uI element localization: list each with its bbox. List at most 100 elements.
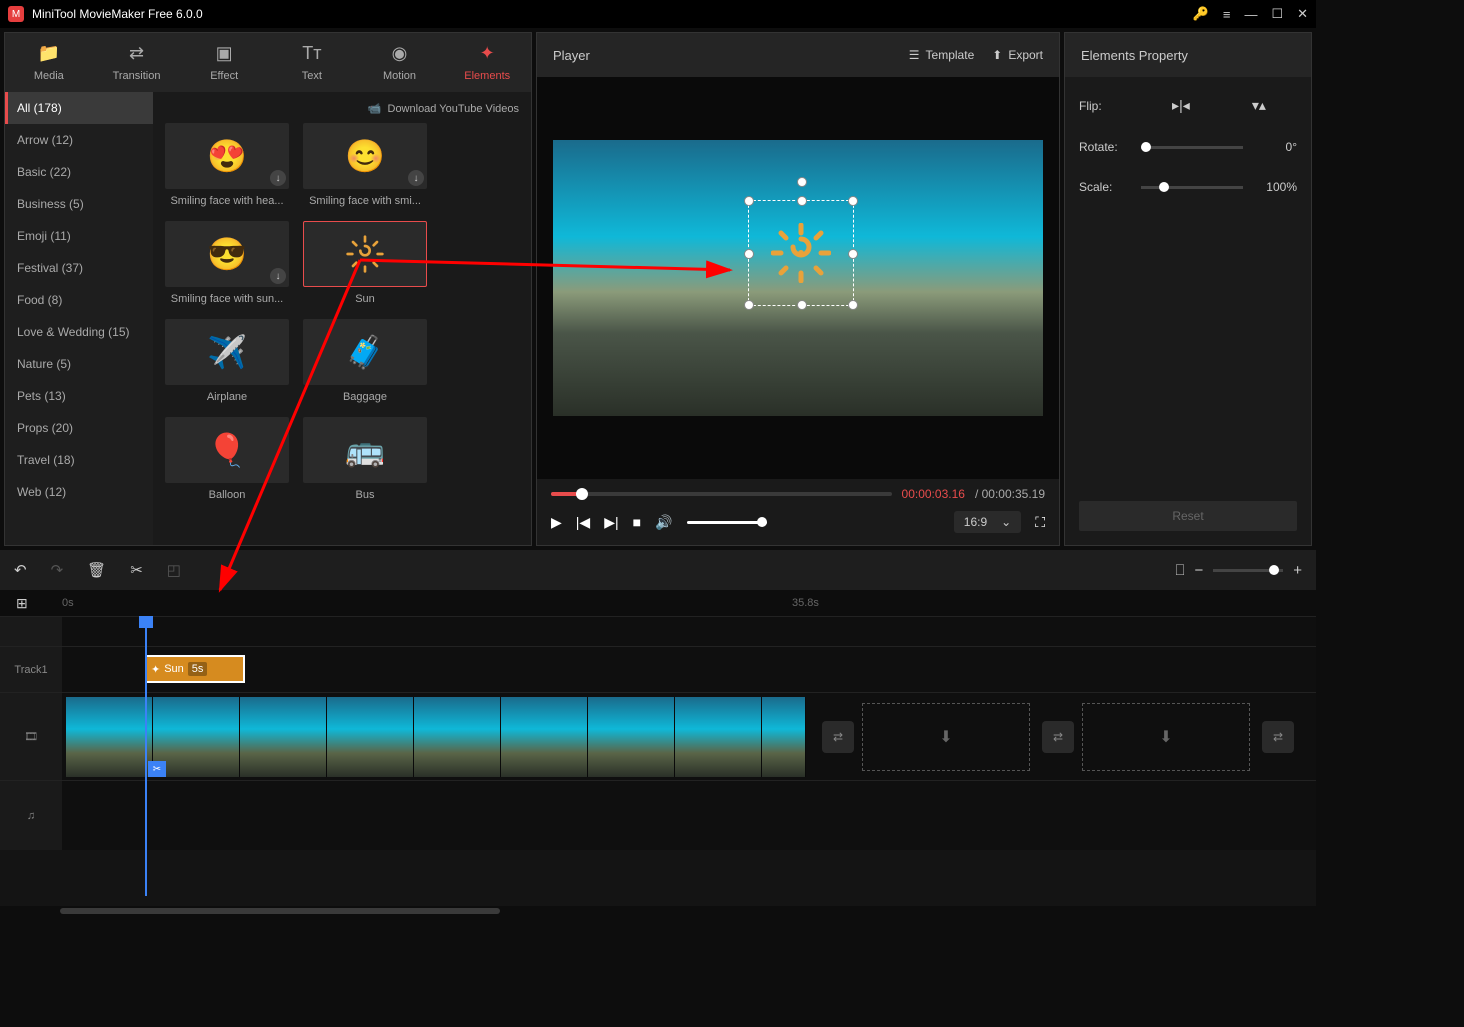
category-list: All (178)Arrow (12)Basic (22)Business (5… [5, 92, 153, 545]
elements-icon: ✦ [480, 43, 495, 64]
category-item[interactable]: Basic (22) [5, 156, 153, 188]
fullscreen-button[interactable]: ⛶ [1035, 514, 1045, 531]
scissors-badge[interactable]: ✂ [148, 761, 166, 777]
fit-zoom-icon[interactable]: ⎕ [1175, 562, 1184, 579]
download-icon[interactable]: ↓ [408, 170, 424, 186]
add-track-button[interactable]: ⊞ [16, 595, 28, 612]
category-item[interactable]: Pets (13) [5, 380, 153, 412]
volume-slider[interactable] [687, 521, 767, 524]
playhead[interactable] [145, 616, 147, 896]
transition-slot-3[interactable]: ⇄ [1262, 721, 1294, 753]
delete-button[interactable]: 🗑 [87, 561, 106, 579]
zoom-slider[interactable] [1213, 569, 1283, 572]
maximize-button[interactable]: ☐ [1271, 6, 1283, 22]
element-card[interactable]: 😎↓Smiling face with sun... [165, 221, 289, 305]
transition-slot-2[interactable]: ⇄ [1042, 721, 1074, 753]
tab-motion[interactable]: ◉Motion [356, 33, 444, 92]
element-thumb[interactable]: 🎈 [165, 417, 289, 483]
zoom-in-button[interactable]: + [1293, 562, 1302, 579]
category-item[interactable]: Festival (37) [5, 252, 153, 284]
element-card[interactable]: 🧳Baggage [303, 319, 427, 403]
category-item[interactable]: All (178) [5, 92, 153, 124]
effect-icon: ▣ [216, 43, 233, 64]
element-card[interactable]: 🎈Balloon [165, 417, 289, 501]
element-clip-sun[interactable]: ✦ Sun 5s [145, 655, 245, 683]
rotate-value: 0° [1255, 140, 1297, 154]
element-thumb[interactable]: ✈️ [165, 319, 289, 385]
redo-button[interactable]: ↷ [51, 561, 64, 579]
template-button[interactable]: ☰Template [909, 48, 974, 62]
volume-icon[interactable]: 🔊 [655, 514, 672, 531]
tab-effect[interactable]: ▣Effect [180, 33, 268, 92]
element-card[interactable]: ✈️Airplane [165, 319, 289, 403]
element-thumb[interactable]: 🧳 [303, 319, 427, 385]
rotate-label: Rotate: [1079, 140, 1141, 154]
element-thumb[interactable]: 🚌 [303, 417, 427, 483]
scale-label: Scale: [1079, 180, 1141, 194]
download-youtube-link[interactable]: 📹 Download YouTube Videos [165, 98, 519, 123]
element-thumb[interactable] [303, 221, 427, 287]
element-card[interactable]: Sun [303, 221, 427, 305]
transition-icon: ⇄ [129, 43, 144, 64]
flip-horizontal-button[interactable]: ▸|◂ [1172, 97, 1190, 114]
stop-button[interactable]: ■ [633, 514, 641, 530]
aspect-ratio-select[interactable]: 16:9⌄ [954, 511, 1021, 533]
placeholder-clip-2[interactable]: ⬇ [1082, 703, 1250, 771]
app-icon: M [8, 6, 24, 22]
text-icon: Tᴛ [302, 43, 321, 64]
prev-frame-button[interactable]: |◀ [576, 514, 590, 531]
sun-element[interactable] [749, 201, 853, 305]
preview-area[interactable] [537, 77, 1059, 479]
scale-slider[interactable] [1141, 186, 1243, 189]
video-clip[interactable]: ✂ [66, 697, 806, 777]
timeline-scrollbar[interactable] [0, 906, 1316, 916]
timeline-ruler[interactable]: ⊞ 0s 35.8s [0, 590, 1316, 616]
key-icon[interactable]: 🔑 [1193, 6, 1209, 22]
flip-vertical-button[interactable]: ▾▴ [1252, 97, 1266, 114]
element-card[interactable]: 🚌 Bus [303, 417, 427, 501]
category-item[interactable]: Love & Wedding (15) [5, 316, 153, 348]
category-item[interactable]: Arrow (12) [5, 124, 153, 156]
download-icon[interactable]: ↓ [270, 170, 286, 186]
preview-canvas[interactable] [553, 140, 1043, 416]
minimize-button[interactable]: — [1244, 7, 1257, 22]
player-title: Player [553, 48, 909, 63]
timeline: ↶ ↷ 🗑 ✂ ◰ ⎕ − + ⊞ 0s 35.8s Track1 ✦ Sun … [0, 550, 1316, 916]
close-button[interactable]: ✕ [1297, 6, 1308, 22]
category-item[interactable]: Business (5) [5, 188, 153, 220]
next-frame-button[interactable]: ▶| [604, 514, 618, 531]
star-icon: ✦ [151, 663, 160, 676]
crop-button[interactable]: ◰ [167, 561, 181, 579]
properties-panel: Elements Property Flip: ▸|◂ ▾▴ Rotate: 0… [1064, 32, 1312, 546]
undo-button[interactable]: ↶ [14, 561, 27, 579]
placeholder-clip-1[interactable]: ⬇ [862, 703, 1030, 771]
library-panel: 📁Media⇄Transition▣EffectTᴛText◉Motion✦El… [4, 32, 532, 546]
transition-slot-1[interactable]: ⇄ [822, 721, 854, 753]
tab-media[interactable]: 📁Media [5, 33, 93, 92]
element-thumb[interactable]: 😎↓ [165, 221, 289, 287]
tab-elements[interactable]: ✦Elements [443, 33, 531, 92]
element-thumb[interactable]: 😊↓ [303, 123, 427, 189]
category-item[interactable]: Props (20) [5, 412, 153, 444]
rotate-slider[interactable] [1141, 146, 1243, 149]
element-card[interactable]: 😊↓Smiling face with smi... [303, 123, 427, 207]
element-card[interactable]: 😍↓Smiling face with hea... [165, 123, 289, 207]
split-button[interactable]: ✂ [130, 561, 143, 579]
seek-bar[interactable] [551, 492, 892, 496]
element-thumb[interactable]: 😍↓ [165, 123, 289, 189]
element-label: Bus [303, 489, 427, 501]
category-item[interactable]: Nature (5) [5, 348, 153, 380]
category-item[interactable]: Web (12) [5, 476, 153, 508]
category-item[interactable]: Emoji (11) [5, 220, 153, 252]
play-button[interactable]: ▶ [551, 514, 562, 531]
reset-button[interactable]: Reset [1079, 501, 1297, 531]
zoom-out-button[interactable]: − [1194, 562, 1203, 579]
tab-text[interactable]: TᴛText [268, 33, 356, 92]
category-item[interactable]: Food (8) [5, 284, 153, 316]
download-icon[interactable]: ↓ [270, 268, 286, 284]
element-bounding-box[interactable] [748, 200, 854, 306]
tab-transition[interactable]: ⇄Transition [93, 33, 181, 92]
export-button[interactable]: ⬆Export [992, 48, 1043, 62]
menu-icon[interactable]: ≡ [1223, 7, 1231, 22]
category-item[interactable]: Travel (18) [5, 444, 153, 476]
